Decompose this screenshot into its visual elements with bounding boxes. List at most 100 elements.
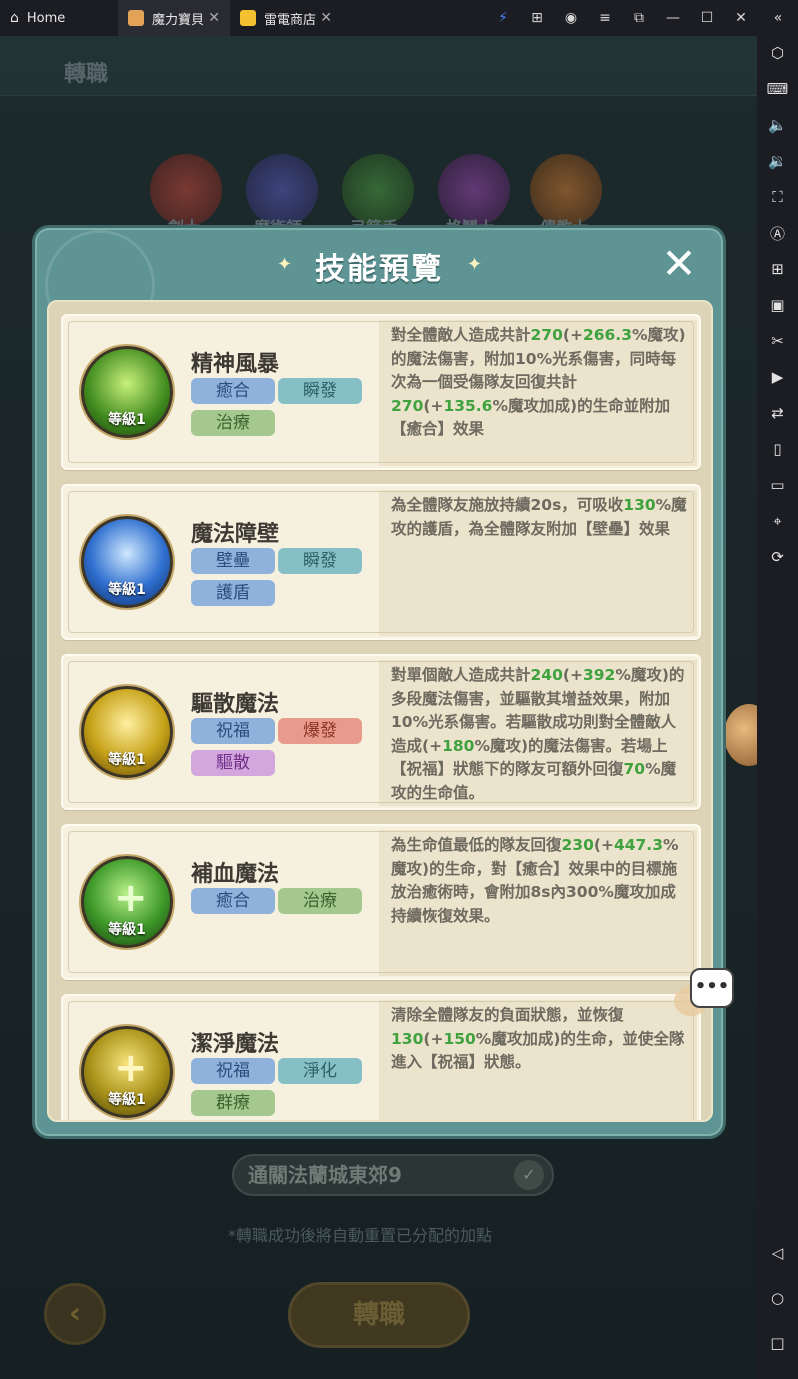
- volume-up-icon[interactable]: 🔈: [757, 110, 798, 140]
- gamepad-icon[interactable]: ⊞: [520, 0, 554, 36]
- reset-note: *轉職成功後將自動重置已分配的加點: [228, 1226, 493, 1245]
- skill-desc-text: 為全體隊友施放持續20s，可吸收: [391, 496, 624, 514]
- tab-game[interactable]: 魔力寶貝 ✕: [118, 0, 230, 36]
- skill-card[interactable]: 等級1 魔法障壁 壁壘 瞬發 護盾 為全體隊友施放持續20s，可吸收130%魔攻…: [61, 484, 701, 640]
- game-app-icon: [128, 10, 144, 26]
- folder-icon[interactable]: ▭: [757, 470, 798, 500]
- skill-value-highlight: 447.3: [613, 836, 663, 854]
- restore-icon[interactable]: ⧉: [622, 0, 656, 36]
- skill-desc-text: 為生命值最低的隊友回復: [391, 836, 562, 854]
- skill-tag: 祝福: [191, 1058, 275, 1084]
- skill-desc-text: (+: [562, 666, 583, 684]
- spirit-storm-icon: 等級1: [81, 346, 173, 438]
- close-window-icon[interactable]: ✕: [724, 0, 758, 36]
- close-icon[interactable]: ✕: [208, 10, 220, 26]
- skill-level: 等級1: [108, 752, 146, 768]
- keyboard-icon[interactable]: ⌨: [757, 74, 798, 104]
- magic-barrier-icon: 等級1: [81, 516, 173, 608]
- background-header: [0, 36, 757, 96]
- skill-level: 等級1: [108, 412, 146, 428]
- back-nav-icon[interactable]: ◁: [757, 1238, 798, 1268]
- skill-card[interactable]: + 等級1 潔淨魔法 祝福 淨化 群療 清除全體隊友的負面狀態，並恢復 130(+…: [61, 994, 701, 1120]
- sync-icon[interactable]: ⇄: [757, 398, 798, 428]
- skill-value-highlight: 70: [623, 760, 646, 778]
- home-nav-icon[interactable]: ○: [757, 1283, 798, 1313]
- settings-icon[interactable]: ⬡: [757, 38, 798, 68]
- skill-value-highlight: 135.6: [443, 396, 493, 415]
- boost-icon[interactable]: ⚡: [486, 0, 520, 36]
- skill-desc-text: 對全體敵人造成共計: [391, 326, 531, 344]
- volume-down-icon[interactable]: 🔉: [757, 146, 798, 176]
- heal-magic-icon: + 等級1: [81, 856, 173, 948]
- skill-card[interactable]: + 等級1 補血魔法 癒合 治療 為生命值最低的隊友回復230(+447.3%魔…: [61, 824, 701, 980]
- skill-desc-text: (+: [593, 836, 614, 854]
- window-controls: ⚡ ⊞ ◉ ≡ ⧉ — ☐ ✕ «: [486, 0, 798, 36]
- star-icon: ✦: [467, 254, 483, 275]
- skill-tag: 驅散: [191, 750, 275, 776]
- skill-tag: 壁壘: [191, 548, 275, 574]
- rotate-icon[interactable]: ⟳: [757, 542, 798, 572]
- skill-value-highlight: 266.3: [582, 326, 632, 344]
- skill-description: 對單個敵人造成共計240(+392%魔攻)的多段魔法傷害，並驅散其增益效果，附加…: [391, 664, 691, 805]
- skill-tag: 祝福: [191, 718, 275, 744]
- chat-bubble-button[interactable]: •••: [690, 968, 734, 1008]
- location-icon[interactable]: ⌖: [757, 506, 798, 536]
- skill-tag: 淨化: [278, 1058, 362, 1084]
- dialog-title: 技能預覽: [315, 252, 443, 287]
- skill-value-highlight: 180: [442, 736, 475, 755]
- skill-name: 驅散魔法: [191, 692, 280, 717]
- skill-list[interactable]: 等級1 精神風暴 癒合 瞬發 治療 對全體敵人造成共計270(+266.3%魔攻…: [47, 300, 713, 1122]
- skill-level: 等級1: [108, 582, 146, 598]
- skill-desc-text: 對單個敵人造成共計: [391, 666, 531, 684]
- skill-description: 對全體敵人造成共計270(+266.3%魔攻)的魔法傷害，附加10%光系傷害，同…: [391, 324, 691, 442]
- chat-avatar[interactable]: [724, 704, 757, 766]
- skill-tag: 護盾: [191, 580, 275, 606]
- skill-value-highlight: 240: [530, 666, 563, 684]
- skill-value-highlight: 392: [582, 666, 616, 684]
- tab-home-label: Home: [26, 10, 66, 26]
- skill-desc-text: 清除全體隊友的負面狀態，並恢復: [391, 1006, 624, 1024]
- skill-description: 為全體隊友施放持續20s，可吸收130%魔攻的護盾，為全體隊友附加【壁壘】效果: [391, 494, 691, 541]
- apk-icon[interactable]: ▣: [757, 290, 798, 320]
- skill-value-highlight: 270: [391, 396, 424, 415]
- skill-card[interactable]: 等級1 驅散魔法 祝福 爆發 驅散 對單個敵人造成共計240(+392%魔攻)的…: [61, 654, 701, 810]
- maximize-icon[interactable]: ☐: [690, 0, 724, 36]
- skill-tag: 癒合: [191, 888, 275, 914]
- back-button[interactable]: ‹: [44, 1283, 106, 1345]
- skill-tag: 治療: [191, 410, 275, 436]
- page-title: 轉職: [64, 62, 109, 87]
- shake-icon[interactable]: ▯: [757, 434, 798, 464]
- recent-apps-icon[interactable]: □: [757, 1328, 798, 1358]
- menu-icon[interactable]: ≡: [588, 0, 622, 36]
- skill-name: 補血魔法: [191, 862, 280, 887]
- minimize-icon[interactable]: —: [656, 0, 690, 36]
- skill-value-highlight: 130: [623, 496, 656, 514]
- collapse-sidebar-icon[interactable]: «: [758, 0, 798, 36]
- skill-name: 潔淨魔法: [191, 1032, 280, 1057]
- skill-name: 精神風暴: [191, 352, 280, 377]
- skill-tag: 爆發: [278, 718, 362, 744]
- skill-desc-text: (+: [423, 396, 444, 415]
- scissors-icon[interactable]: ✂: [757, 326, 798, 356]
- plus-icon: +: [114, 875, 148, 921]
- close-dialog-button[interactable]: ✕: [659, 243, 699, 286]
- store-app-icon: [240, 10, 256, 26]
- tab-home[interactable]: ⌂ Home: [0, 0, 118, 36]
- multi-instance-icon[interactable]: ⊞: [757, 254, 798, 284]
- skill-card[interactable]: 等級1 精神風暴 癒合 瞬發 治療 對全體敵人造成共計270(+266.3%魔攻…: [61, 314, 701, 470]
- change-class-button[interactable]: 轉職: [288, 1282, 470, 1348]
- account-icon[interactable]: ◉: [554, 0, 588, 36]
- skill-description: 為生命值最低的隊友回復230(+447.3%魔攻)的生命，對【癒合】效果中的目標…: [391, 834, 691, 928]
- close-icon[interactable]: ✕: [320, 10, 332, 26]
- skill-level: 等級1: [108, 1092, 146, 1108]
- plus-icon: +: [114, 1045, 148, 1091]
- emulator-sidebar: ⬡ ⌨ 🔈 🔉 ⛶ Ⓐ ⊞ ▣ ✂ ▶ ⇄ ▯ ▭ ⌖ ⟳ ◁ ○ □: [757, 36, 798, 1379]
- tab-store[interactable]: 雷電商店 ✕: [230, 0, 342, 36]
- macro-icon[interactable]: Ⓐ: [757, 218, 798, 248]
- purify-magic-icon: + 等級1: [81, 1026, 173, 1118]
- skill-value-highlight: 230: [561, 836, 594, 854]
- screenshot-icon[interactable]: ⛶: [757, 182, 798, 212]
- window-tab-bar: ⌂ Home 魔力寶貝 ✕ 雷電商店 ✕ ⚡ ⊞ ◉ ≡ ⧉ — ☐ ✕ «: [0, 0, 798, 36]
- skill-desc-text: (+: [562, 326, 583, 344]
- record-icon[interactable]: ▶: [757, 362, 798, 392]
